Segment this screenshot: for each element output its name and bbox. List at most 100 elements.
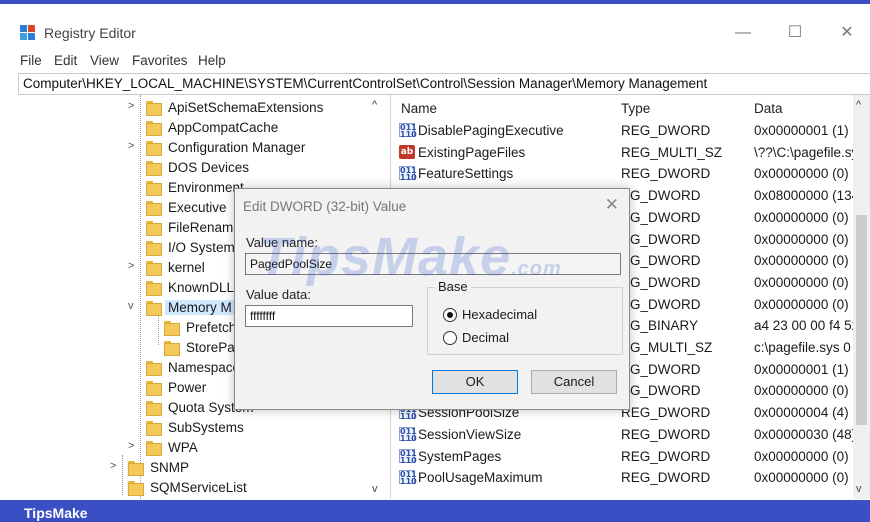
tree-item-label: StorePar xyxy=(186,340,240,355)
value-type: EG_DWORD xyxy=(621,188,701,204)
value-type: EG_DWORD xyxy=(621,361,701,377)
title-bar[interactable]: Registry Editor — ☐ ✕ xyxy=(0,8,870,48)
value-type: REG_DWORD xyxy=(621,448,711,464)
value-data: \??\C:\pagefile.sy xyxy=(754,144,853,160)
tree-item-label: Memory M xyxy=(165,300,235,315)
menu-file[interactable]: File xyxy=(20,53,42,68)
scroll-down-icon[interactable]: v xyxy=(856,483,862,495)
value-name: SessionViewSize xyxy=(418,426,522,442)
chevron-right-icon[interactable]: > xyxy=(128,260,138,272)
watermark-text: TipsMake xyxy=(258,227,512,287)
column-header-data[interactable]: Data xyxy=(754,101,783,116)
value-row[interactable]: 011 110 SessionViewSize REG_DWORD 0x00000030… xyxy=(393,425,853,446)
column-header-type[interactable]: Type xyxy=(621,101,650,116)
scroll-down-icon[interactable]: v xyxy=(372,483,378,495)
value-data: 0x00000001 (1) xyxy=(754,361,849,377)
maximize-button[interactable]: ☐ xyxy=(772,18,818,48)
hexadecimal-label[interactable]: Hexadecimal xyxy=(462,307,537,322)
value-data-field[interactable]: ffffffff xyxy=(245,305,413,327)
value-name: DisablePagingExecutive xyxy=(418,123,564,138)
decimal-label[interactable]: Decimal xyxy=(462,330,509,345)
chevron-down-icon[interactable]: v xyxy=(128,300,138,312)
folder-icon xyxy=(146,401,162,416)
value-data-label: Value data: xyxy=(246,287,311,302)
address-bar[interactable]: Computer\HKEY_LOCAL_MACHINE\SYSTEM\Curre… xyxy=(18,73,870,95)
close-icon[interactable]: ✕ xyxy=(605,195,619,215)
value-data: 0x00000000 (0) xyxy=(754,274,849,290)
tree-item-label: SNMP xyxy=(150,460,190,475)
value-type: REG_DWORD xyxy=(621,405,711,421)
folder-icon xyxy=(164,341,180,356)
folder-icon xyxy=(146,121,162,136)
value-name: PoolUsageMaximum xyxy=(418,470,543,486)
folder-icon xyxy=(146,101,162,116)
minimize-button[interactable]: — xyxy=(720,18,766,48)
binary-value-icon: 011110 xyxy=(399,448,417,465)
tipsmake-watermark: TipsMake.com xyxy=(258,226,562,288)
tree-item-label: SubSystems xyxy=(168,420,244,435)
folder-icon xyxy=(146,201,162,216)
folder-icon xyxy=(146,241,162,256)
cancel-button[interactable]: Cancel xyxy=(531,370,617,394)
tree-item-label: DOS Devices xyxy=(168,160,250,175)
menu-bar: File Edit View Favorites Help xyxy=(0,50,870,72)
tree-item-label: Prefetch xyxy=(186,320,237,335)
string-value-icon: ab xyxy=(399,144,415,159)
value-row[interactable]: 011 110 PoolUsageMaximum REG_DWORD 0x0000000… xyxy=(393,468,853,489)
menu-favorites[interactable]: Favorites xyxy=(132,53,188,68)
value-row[interactable]: 011 110 FeatureSettings REG_DWORD 0x00000000… xyxy=(393,164,853,185)
close-button[interactable]: ✕ xyxy=(824,18,870,48)
tree-item-label: I/O System xyxy=(168,240,235,255)
folder-icon xyxy=(146,281,162,296)
tree-item-label: Namespace xyxy=(168,360,241,375)
ok-button[interactable]: OK xyxy=(432,370,518,394)
tree-item-label: Executive xyxy=(168,200,227,215)
value-row[interactable]: 011 110 DisablePagingExecutive REG_DWORD 0x0… xyxy=(393,121,853,142)
tree-item-label: KnownDLLs xyxy=(168,280,241,295)
binary-value-icon: 011110 xyxy=(399,166,417,183)
value-type: EG_MULTI_SZ xyxy=(621,340,713,355)
value-type: EG_DWORD xyxy=(621,296,701,312)
folder-icon xyxy=(146,421,162,436)
menu-view[interactable]: View xyxy=(90,53,119,68)
value-row[interactable]: ab ExistingPageFiles REG_MULTI_SZ \??\C:\pa… xyxy=(393,143,853,164)
binary-value-icon: 011110 xyxy=(399,470,417,487)
window-title: Registry Editor xyxy=(44,25,136,41)
chevron-right-icon[interactable]: > xyxy=(128,100,138,112)
value-row[interactable]: 011 110 SystemPages REG_DWORD 0x00000000 (0) xyxy=(393,447,853,468)
chevron-right-icon[interactable]: > xyxy=(128,140,138,152)
value-type: EG_DWORD xyxy=(621,253,701,269)
value-data: c:\pagefile.sys 0 ( xyxy=(754,340,853,355)
menu-help[interactable]: Help xyxy=(198,53,226,68)
value-data: 0x08000000 (134 xyxy=(754,188,853,204)
value-type: REG_DWORD xyxy=(621,123,711,138)
decimal-radio[interactable] xyxy=(443,331,457,345)
scroll-thumb[interactable] xyxy=(856,215,867,425)
folder-icon xyxy=(146,261,162,276)
list-scrollbar[interactable]: ^ v xyxy=(853,95,870,499)
chevron-right-icon[interactable]: > xyxy=(128,440,138,452)
edit-dword-dialog: Edit DWORD (32-bit) Value ✕ Value name: … xyxy=(234,188,630,410)
folder-icon xyxy=(146,161,162,176)
hexadecimal-radio[interactable] xyxy=(443,308,457,322)
value-type: REG_DWORD xyxy=(621,470,711,486)
tree-item-label: Configuration Manager xyxy=(168,140,306,155)
value-data: 0x00000000 (0) xyxy=(754,296,849,312)
folder-icon xyxy=(146,221,162,236)
value-data: 0x00000000 (0) xyxy=(754,448,849,464)
value-data: 0x00000000 (0) xyxy=(754,231,849,247)
scroll-up-icon[interactable]: ^ xyxy=(856,99,861,111)
value-data: 0x00000030 (48) xyxy=(754,426,853,442)
tree-item-label: FileRename xyxy=(168,220,241,235)
value-name: FeatureSettings xyxy=(418,166,514,182)
value-data: a4 23 00 00 f4 52 xyxy=(754,318,853,334)
menu-edit[interactable]: Edit xyxy=(54,53,77,68)
value-data: 0x00000001 (1) xyxy=(754,123,849,138)
value-data: 0x00000004 (4) xyxy=(754,405,849,421)
chevron-right-icon[interactable]: > xyxy=(110,460,120,472)
folder-icon xyxy=(146,441,162,456)
value-type: EG_DWORD xyxy=(621,274,701,290)
scroll-up-icon[interactable]: ^ xyxy=(372,99,377,111)
folder-icon xyxy=(128,461,144,476)
column-header-name[interactable]: Name xyxy=(401,101,437,116)
